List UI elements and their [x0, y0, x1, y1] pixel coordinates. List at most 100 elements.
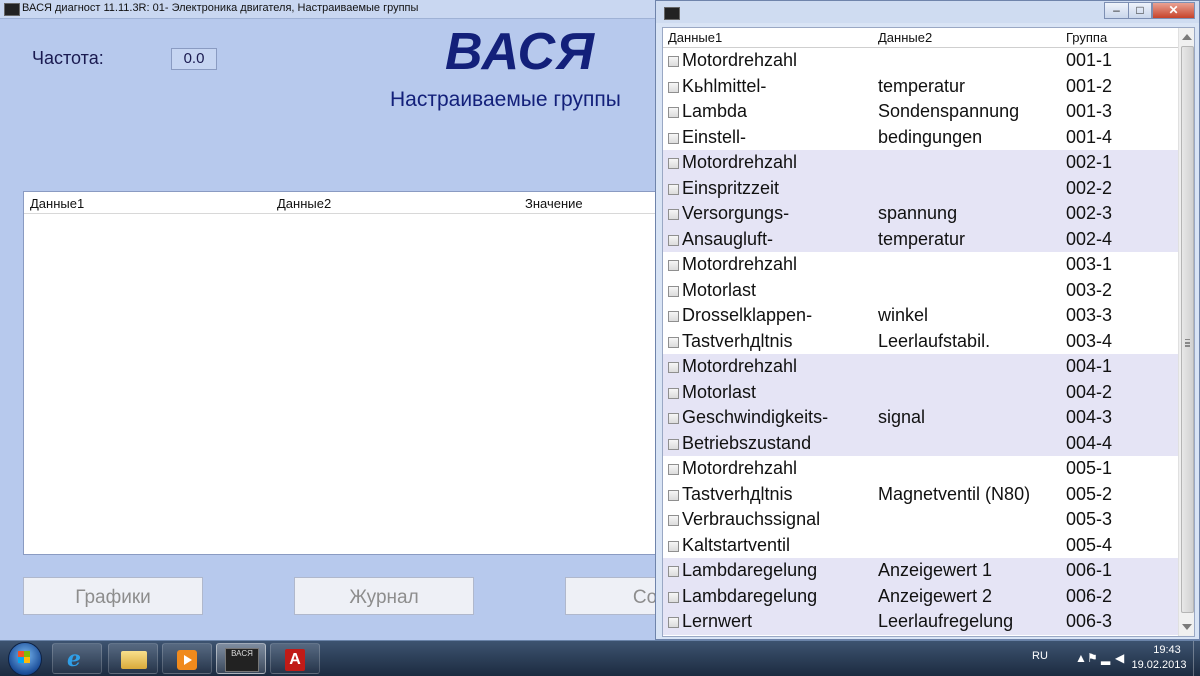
row-checkbox[interactable]: [668, 617, 679, 628]
list-item[interactable]: Geschwindigkeits-signal 004-3: [663, 405, 1178, 431]
taskbar-vasya[interactable]: ВАСЯ: [216, 643, 266, 674]
list-item[interactable]: Motordrehzahl 003-1: [663, 252, 1178, 278]
row-checkbox[interactable]: [668, 56, 679, 67]
cell-data1: Einstell-: [682, 126, 747, 147]
cell-group: 006-1: [1066, 560, 1113, 580]
row-checkbox[interactable]: [668, 566, 679, 577]
column-header-data1[interactable]: Данные1: [668, 30, 722, 45]
list-item[interactable]: Motordrehzahl 001-1: [663, 48, 1178, 74]
volume-icon[interactable]: ◀: [1115, 652, 1127, 664]
journal-button[interactable]: Журнал: [294, 577, 474, 615]
row-checkbox[interactable]: [668, 387, 679, 399]
row-checkbox[interactable]: [668, 285, 679, 297]
language-indicator[interactable]: RU: [1032, 650, 1048, 662]
row-checkbox[interactable]: [668, 336, 679, 348]
cell-data1: Tastverhдltnis: [682, 483, 793, 504]
list-item[interactable]: Kaltstartventil 005-4: [663, 533, 1178, 559]
cell-data2: bedingungen: [878, 126, 983, 147]
row-checkbox[interactable]: [668, 515, 679, 526]
list-item[interactable]: Drosselklappen-winkel 003-3: [663, 303, 1178, 329]
taskbar: e ВАСЯ A RU ▲ ⚑ ▂ ◀ 19:43 19.02.2013: [0, 640, 1200, 676]
row-checkbox[interactable]: [668, 234, 679, 246]
list-item[interactable]: Verbrauchssignal 005-3: [663, 507, 1178, 533]
chevron-up-icon[interactable]: ▲: [1075, 652, 1087, 664]
list-item[interactable]: Versorgungs-spannung 002-3: [663, 201, 1178, 227]
row-checkbox[interactable]: [668, 413, 679, 424]
clock-date[interactable]: 19.02.2013: [1129, 659, 1189, 671]
cell-data1: Betriebszustand: [682, 432, 812, 453]
cell-data2: Anzeigewert 1: [878, 560, 993, 580]
column-header-group[interactable]: Группа: [1066, 30, 1107, 45]
show-desktop-button[interactable]: [1193, 641, 1200, 676]
column-header-data2[interactable]: Данные2: [878, 30, 932, 45]
maximize-button[interactable]: □: [1128, 2, 1152, 19]
group-list[interactable]: Данные1 Данные2 Группа Motordrehzahl 001-…: [662, 27, 1195, 637]
list-item[interactable]: Motorlast 004-2: [663, 379, 1178, 405]
network-icon[interactable]: ▂: [1101, 652, 1113, 664]
main-titlebar[interactable]: ВАСЯ диагност 11.11.3R: 01- Электроника …: [0, 0, 660, 19]
taskbar-explorer[interactable]: [108, 643, 158, 674]
taskbar-pdf-reader[interactable]: A: [270, 643, 320, 674]
row-checkbox[interactable]: [668, 438, 679, 450]
scrollbar-thumb[interactable]: [1181, 46, 1194, 613]
taskbar-internet-explorer[interactable]: e: [52, 643, 102, 674]
list-item[interactable]: Motorlast 003-2: [663, 278, 1178, 304]
row-checkbox[interactable]: [668, 260, 679, 271]
clock-time[interactable]: 19:43: [1143, 644, 1191, 656]
list-item[interactable]: Einstell-bedingungen 001-4: [663, 125, 1178, 151]
list-item[interactable]: Tastverhдltnis Leerlaufstabil. 003-4: [663, 329, 1178, 355]
vasya-app-icon: ВАСЯ: [225, 648, 259, 672]
action-center-flag-icon[interactable]: ⚑: [1087, 652, 1099, 664]
frequency-value: 0.0: [171, 48, 217, 70]
cell-group: 003-3: [1066, 305, 1113, 325]
row-checkbox[interactable]: [668, 158, 679, 169]
list-item[interactable]: Motordrehzahl 004-1: [663, 354, 1178, 380]
row-checkbox[interactable]: [668, 311, 679, 322]
cell-group: 005-1: [1066, 458, 1113, 478]
column-header-value[interactable]: Значение: [525, 196, 583, 211]
list-item[interactable]: Ansaugluft-temperatur 002-4: [663, 226, 1178, 252]
cell-data1: Ansaugluft-: [682, 228, 774, 249]
list-item[interactable]: Einspritzzeit 002-2: [663, 175, 1178, 201]
row-checkbox[interactable]: [668, 183, 679, 195]
row-checkbox[interactable]: [668, 107, 679, 118]
list-item[interactable]: Motordrehzahl 002-1: [663, 150, 1178, 176]
list-item[interactable]: Motordrehzahl 005-1: [663, 456, 1178, 482]
row-checkbox[interactable]: [668, 464, 679, 475]
cell-group: 005-2: [1066, 483, 1113, 504]
scroll-up-arrow-icon[interactable]: [1182, 34, 1192, 40]
taskbar-media-player[interactable]: [162, 643, 212, 674]
cell-data1: Motordrehzahl: [682, 254, 798, 274]
vertical-scrollbar[interactable]: [1178, 28, 1194, 636]
cell-data1: Lambdaregelung: [682, 560, 818, 580]
list-item[interactable]: Lambdaregelung Anzeigewert 2 006-2: [663, 583, 1178, 609]
scroll-down-arrow-icon[interactable]: [1182, 624, 1192, 630]
values-table[interactable]: Данные1 Данные2 Значение: [23, 191, 665, 555]
list-item[interactable]: Lambdaregelung Anzeigewert 1 006-1: [663, 558, 1178, 584]
start-button[interactable]: [2, 642, 48, 676]
group-list-rows: Motordrehzahl 001-1 Kьhlmittel-temperatur 0…: [663, 48, 1178, 635]
cell-data1: Versorgungs-: [682, 203, 790, 223]
graphs-button[interactable]: Графики: [23, 577, 203, 615]
row-checkbox[interactable]: [668, 489, 679, 501]
close-button[interactable]: ✕: [1152, 2, 1195, 19]
row-checkbox[interactable]: [668, 132, 679, 144]
cell-data1: Einspritzzeit: [682, 177, 780, 198]
list-item[interactable]: Kьhlmittel-temperatur 001-2: [663, 74, 1178, 100]
column-header-data2[interactable]: Данные2: [277, 196, 331, 211]
cell-group: 004-4: [1066, 432, 1113, 453]
list-item[interactable]: Betriebszustand 004-4: [663, 430, 1178, 456]
row-checkbox[interactable]: [668, 540, 679, 552]
list-item[interactable]: Tastverhдltnis Magnetventil (N80) 005-2: [663, 482, 1178, 508]
row-checkbox[interactable]: [668, 362, 679, 373]
column-header-data1[interactable]: Данные1: [30, 196, 84, 211]
cell-group: 002-2: [1066, 177, 1113, 198]
row-checkbox[interactable]: [668, 81, 679, 93]
list-titlebar[interactable]: – □ ✕: [656, 1, 1199, 23]
row-checkbox[interactable]: [668, 209, 679, 220]
row-checkbox[interactable]: [668, 591, 679, 603]
window-title: ВАСЯ диагност 11.11.3R: 01- Электроника …: [22, 2, 419, 14]
list-item[interactable]: Lambda Sondenspannung 001-3: [663, 99, 1178, 125]
minimize-button[interactable]: –: [1104, 2, 1129, 19]
list-item[interactable]: Lernwert Leerlaufregelung 006-3: [663, 609, 1178, 635]
